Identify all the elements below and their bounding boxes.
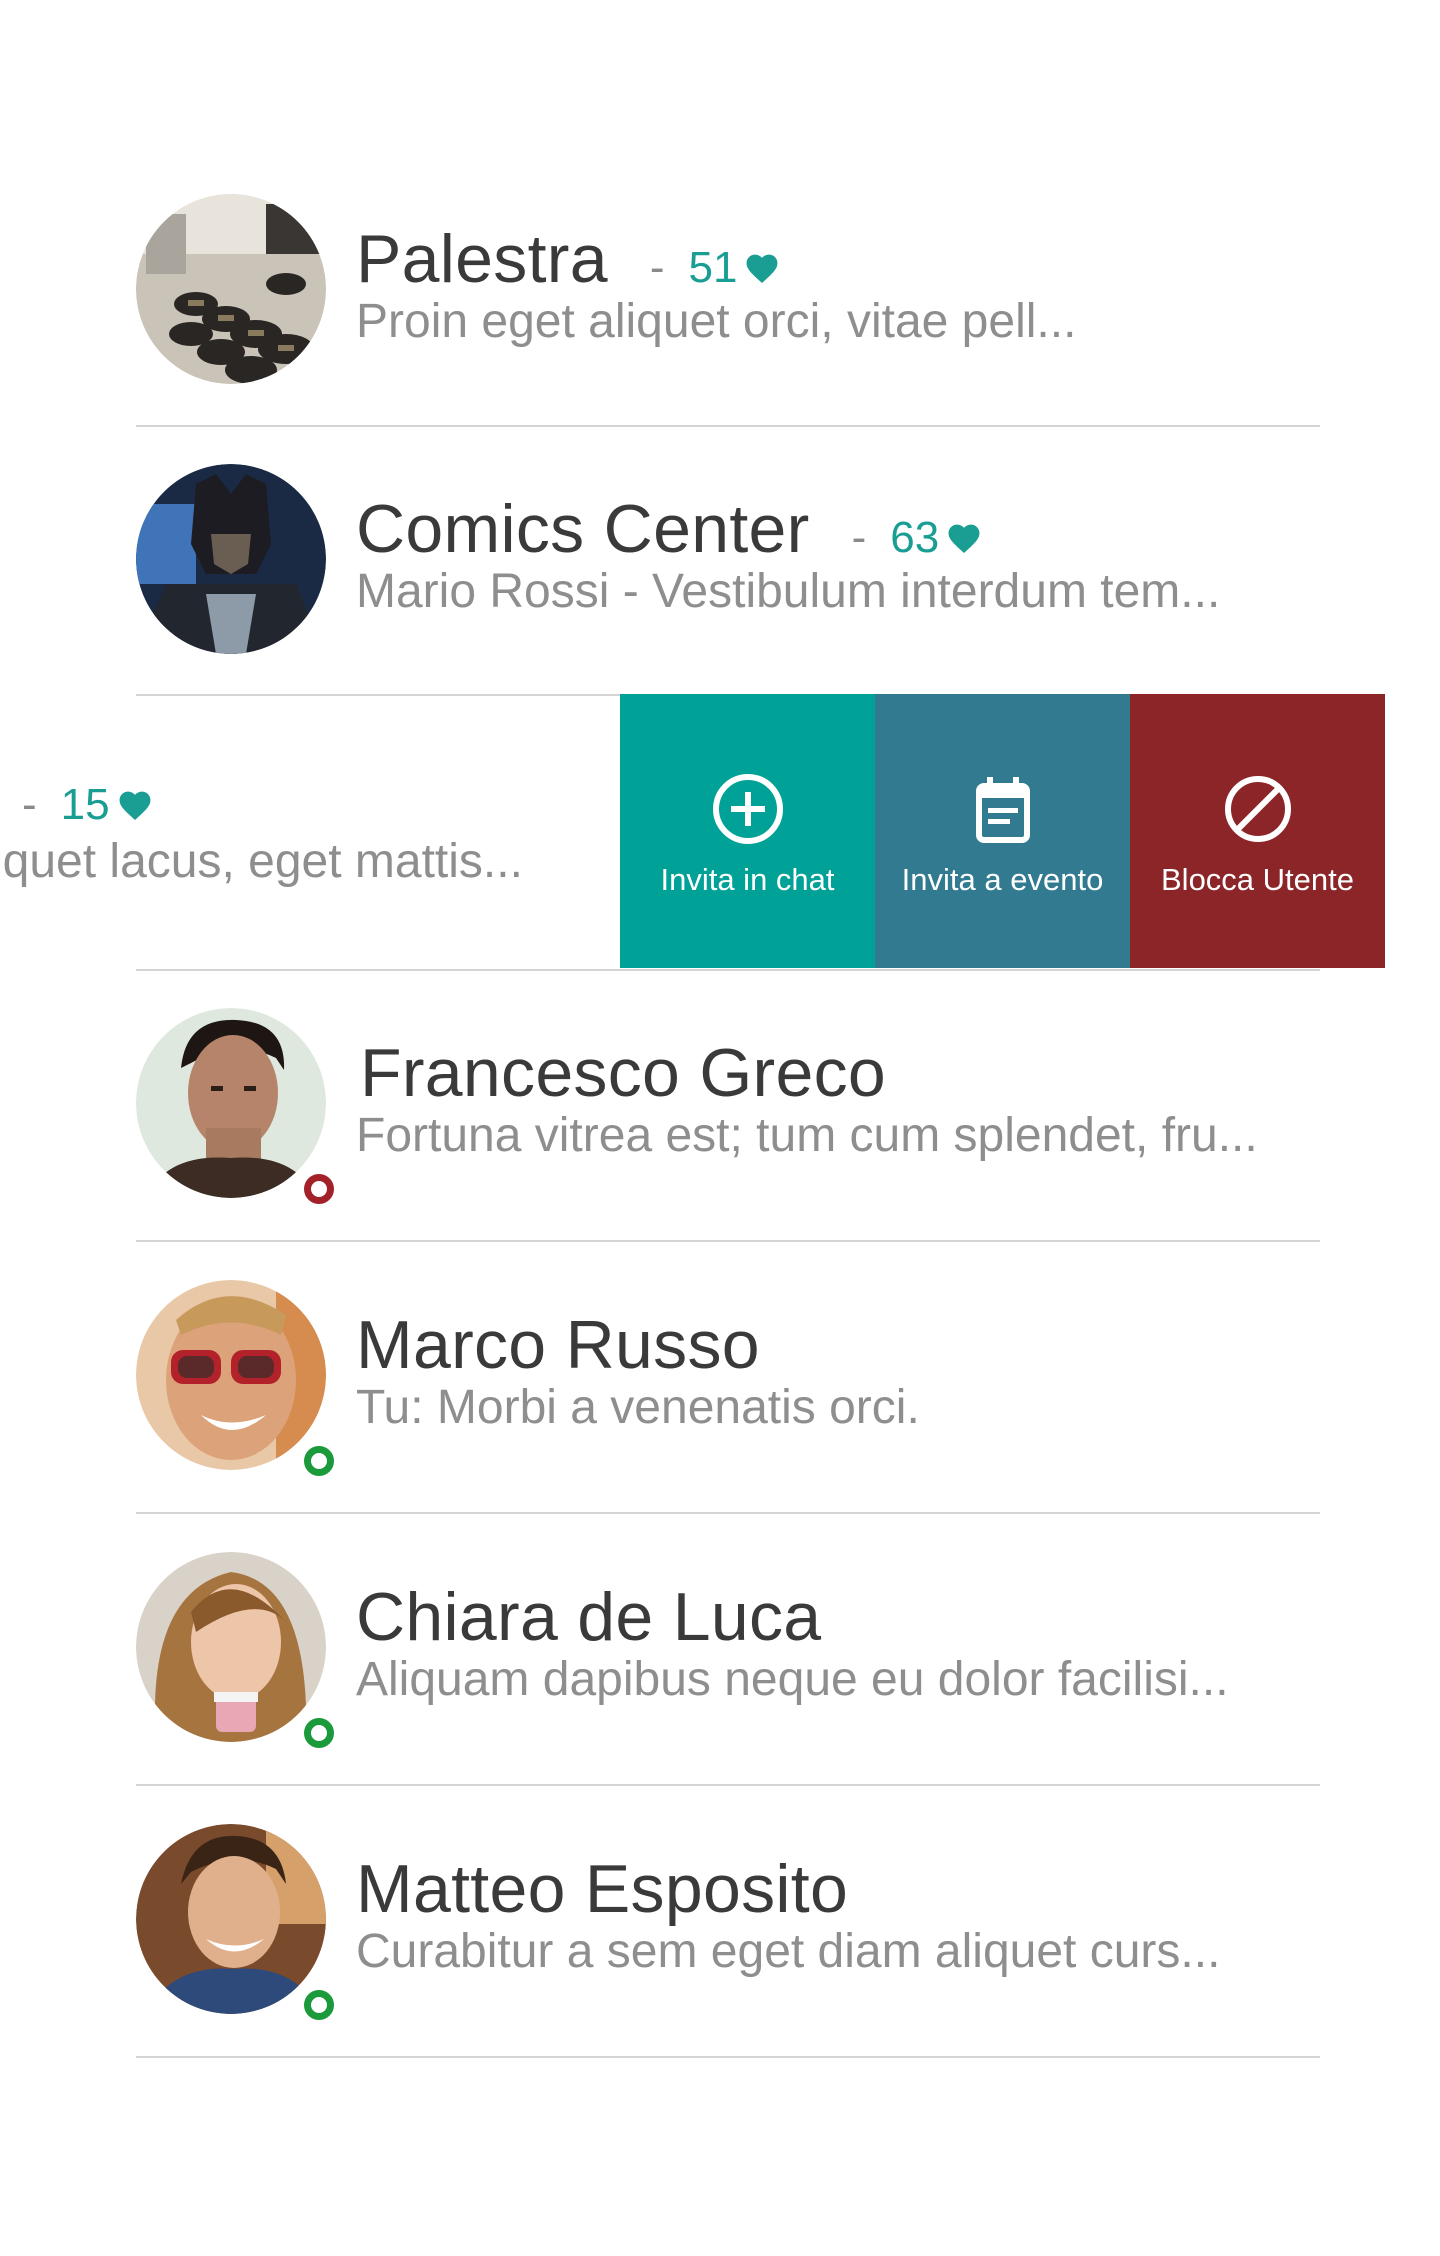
person-avatar-image <box>136 1280 326 1470</box>
like-dash: - <box>851 513 867 562</box>
like-count: - 15 <box>22 780 154 830</box>
name-line: Palestra - 51 <box>356 220 781 298</box>
swipe-actions: Invita in chat Invita a evento Blocca Ut… <box>620 694 1385 968</box>
gym-avatar-image <box>136 194 326 384</box>
add-circle-icon <box>712 774 783 844</box>
superhero-avatar-image <box>136 464 326 654</box>
list-item[interactable]: Marco Russo Tu: Morbi a venenatis orci. <box>0 1280 1440 1550</box>
divider <box>136 1512 1320 1514</box>
heart-icon <box>948 524 980 553</box>
avatar <box>136 1280 334 1476</box>
divider <box>136 1784 1320 1786</box>
contact-name: Francesco Greco <box>360 1035 887 1111</box>
message-preview: Tu: Morbi a venenatis orci. <box>356 1381 920 1434</box>
name-line: Chiara de Luca <box>356 1578 821 1656</box>
invite-chat-button[interactable]: Invita in chat <box>620 694 875 968</box>
message-preview: Fortuna vitrea est; tum cum splendet, fr… <box>356 1109 1258 1162</box>
heart-icon <box>119 791 151 820</box>
list-item[interactable]: Francesco Greco Fortuna vitrea est; tum … <box>0 1008 1440 1278</box>
like-number: 15 <box>60 780 110 829</box>
invite-chat-label: Invita in chat <box>660 862 835 897</box>
like-number: 51 <box>688 243 738 292</box>
contact-name: Matteo Esposito <box>356 1851 849 1927</box>
divider <box>136 425 1320 427</box>
list-item[interactable]: Matteo Esposito Curabitur a sem eget dia… <box>0 1824 1440 2094</box>
divider <box>136 1240 1320 1242</box>
avatar <box>136 464 326 654</box>
like-dash: - <box>649 243 665 292</box>
divider <box>136 969 1320 971</box>
contact-name: Comics Center <box>356 491 810 567</box>
avatar <box>136 194 326 384</box>
name-line: Comics Center - 63 <box>356 490 983 568</box>
online-status-indicator <box>304 1990 334 2020</box>
list-item[interactable]: Palestra - 51 Proin eget aliquet orci, v… <box>0 194 1440 464</box>
like-dash: - <box>22 780 37 829</box>
avatar <box>136 1552 334 1748</box>
divider <box>136 2056 1320 2058</box>
name-line: Marco Russo <box>356 1306 760 1384</box>
person-avatar-image <box>136 1824 326 2014</box>
avatar <box>136 1008 334 1204</box>
avatar <box>136 1824 334 2020</box>
block-user-label: Blocca Utente <box>1161 862 1354 897</box>
calendar-icon <box>975 777 1030 843</box>
like-number: 63 <box>890 513 940 562</box>
invite-event-button[interactable]: Invita a evento <box>875 694 1130 968</box>
contact-name: Palestra <box>356 221 608 297</box>
block-user-button[interactable]: Blocca Utente <box>1130 694 1385 968</box>
message-preview: Curabitur a sem eget diam aliquet curs..… <box>356 1925 1221 1978</box>
message-preview: Aliquam dapibus neque eu dolor facilisi.… <box>356 1653 1229 1706</box>
name-line: Francesco Greco <box>360 1034 886 1112</box>
list-item[interactable]: Chiara de Luca Aliquam dapibus neque eu … <box>0 1552 1440 1822</box>
message-preview: iquet lacus, eget mattis... <box>0 835 523 888</box>
online-status-indicator <box>304 1718 334 1748</box>
message-preview: Proin eget aliquet orci, vitae pell... <box>356 295 1077 348</box>
invite-event-label: Invita a evento <box>901 862 1104 897</box>
swiped-list-item[interactable]: - 15 iquet lacus, eget mattis... Invita … <box>0 694 1440 968</box>
message-preview: Mario Rossi - Vestibulum interdum tem... <box>356 565 1221 618</box>
block-icon <box>1224 776 1291 842</box>
name-line: Matteo Esposito <box>356 1850 848 1928</box>
contact-name: Marco Russo <box>356 1307 760 1383</box>
person-avatar-image <box>136 1008 326 1198</box>
person-avatar-image <box>136 1552 326 1742</box>
offline-status-indicator <box>304 1174 334 1204</box>
contact-name: Chiara de Luca <box>356 1579 822 1655</box>
like-count: - 63 <box>852 513 984 563</box>
heart-icon <box>747 254 778 283</box>
swiped-item-content[interactable]: - 15 iquet lacus, eget mattis... <box>0 694 620 968</box>
like-count: - 51 <box>650 243 782 293</box>
online-status-indicator <box>304 1446 334 1476</box>
